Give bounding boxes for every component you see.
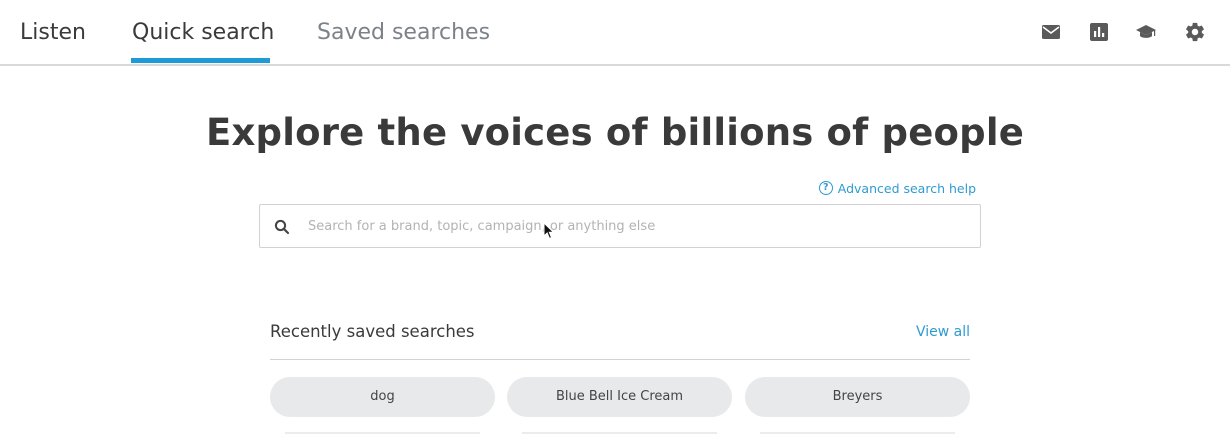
advanced-search-help-label: Advanced search help	[837, 180, 976, 196]
section-divider	[270, 359, 970, 360]
recent-searches-title: Recently saved searches	[270, 322, 475, 341]
gear-icon[interactable]	[1184, 21, 1206, 43]
search-input[interactable]	[308, 211, 968, 241]
saved-search-chip[interactable]: Breyers	[745, 377, 970, 417]
search-icon	[274, 219, 290, 235]
mail-icon[interactable]	[1040, 21, 1062, 43]
saved-search-chip[interactable]: Blue Bell Ice Cream	[507, 377, 732, 417]
view-all-link[interactable]: View all	[916, 324, 970, 340]
tab-quick-search[interactable]: Quick search	[132, 18, 274, 48]
graduation-cap-icon[interactable]	[1135, 21, 1157, 43]
mouse-cursor-icon	[543, 222, 555, 240]
search-box[interactable]	[259, 204, 981, 248]
top-nav-bar: Listen Quick search Saved searches	[0, 0, 1230, 66]
help-icon: ?	[818, 181, 833, 195]
saved-search-chip[interactable]: dog	[270, 377, 495, 417]
advanced-search-help-link[interactable]: ? Advanced search help	[818, 179, 976, 197]
active-tab-indicator	[131, 58, 270, 63]
page-title: Explore the voices of billions of people	[205, 111, 1025, 154]
tab-saved-searches[interactable]: Saved searches	[317, 18, 490, 48]
tab-listen[interactable]: Listen	[20, 18, 86, 48]
bar-chart-icon[interactable]	[1088, 21, 1110, 43]
